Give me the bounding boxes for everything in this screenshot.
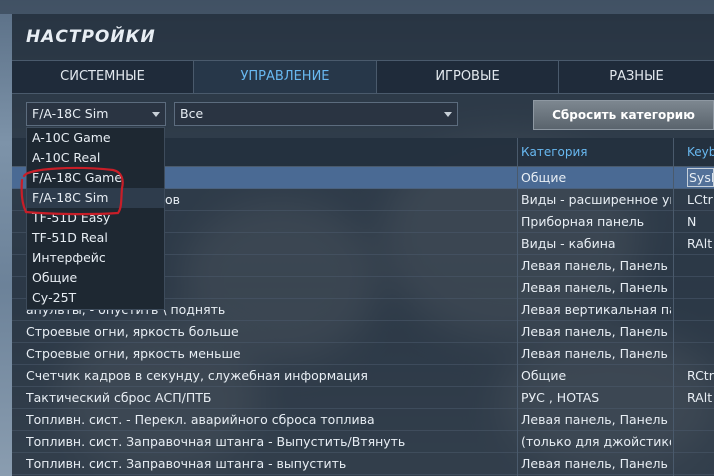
tab-controls[interactable]: УПРАВЛЕНИЕ — [194, 61, 377, 93]
aircraft-option[interactable]: A-10C Real — [27, 148, 164, 168]
category-select[interactable]: Все — [174, 102, 458, 126]
command-category: Левая панель, Панель у — [521, 324, 671, 339]
tab-system[interactable]: СИСТЕМНЫЕ — [12, 61, 194, 93]
table-row[interactable]: Строевые огни, яркость больше Левая панел… — [12, 321, 714, 343]
table-row[interactable]: Топливн. сист. Заправочная штанга - Выпу… — [12, 431, 714, 453]
keyboard-binding[interactable]: RAlt — [687, 387, 714, 408]
command-category: Левая панель, Панель у — [521, 456, 671, 471]
command-category: (только для джойстиков — [521, 434, 671, 449]
aircraft-select[interactable]: F/A-18C Sim — [26, 102, 166, 126]
command-category: Левая панель, Панель у — [521, 280, 671, 295]
reset-category-button[interactable]: Сбросить категорию — [533, 100, 714, 130]
tab-gameplay[interactable]: ИГРОВЫЕ — [377, 61, 559, 93]
command-category: Левая панель, Панель у — [521, 412, 671, 427]
command-name: Топливн. сист. Заправочная штанга - выпу… — [26, 456, 347, 471]
table-row[interactable]: Счетчик кадров в секунду, служебная инфо… — [12, 365, 714, 387]
command-category: РУС , HOTAS — [521, 390, 600, 405]
chevron-down-icon — [152, 112, 160, 117]
top-strip — [0, 0, 714, 14]
aircraft-dropdown-list: A-10C Game A-10C Real F/A-18C Game F/A-18C … — [26, 127, 165, 310]
command-name: Тактический сброс АСП/ПТБ — [26, 390, 212, 405]
command-category: Левая панель, Панель у — [521, 346, 671, 361]
aircraft-option[interactable]: TF-51D Easy — [27, 208, 164, 228]
keyboard-binding[interactable]: RCtr — [687, 365, 714, 386]
command-category: Общие — [521, 368, 567, 383]
aircraft-option[interactable]: F/A-18C Sim — [27, 188, 164, 208]
command-category: Общие — [521, 170, 567, 185]
command-name: Топливн. сист. - Перекл. аварийного сбро… — [26, 412, 375, 427]
command-name: Счетчик кадров в секунду, служебная инфо… — [26, 368, 368, 383]
command-name: Строевые огни, яркость меньше — [26, 346, 241, 361]
command-category: Приборная панель — [521, 214, 645, 229]
aircraft-option[interactable]: F/A-18C Game — [27, 168, 164, 188]
command-name: Топливн. сист. Заправочная штанга - Выпу… — [26, 434, 406, 449]
aircraft-option[interactable]: Су-25Т — [27, 288, 164, 308]
table-row[interactable]: Строевые огни, яркость меньше Левая панел… — [12, 343, 714, 365]
aircraft-option[interactable]: A-10C Game — [27, 128, 164, 148]
command-category: Виды - кабина — [521, 236, 616, 251]
aircraft-option[interactable]: TF-51D Real — [27, 228, 164, 248]
aircraft-option[interactable]: Общие — [27, 268, 164, 288]
keyboard-binding[interactable]: N — [687, 211, 714, 232]
page-title: НАСТРОЙКИ — [26, 27, 156, 47]
command-category: Левая панель, Панель у — [521, 258, 671, 273]
command-category: Левая вертикальная пан — [521, 302, 671, 317]
column-header-category[interactable]: Категория — [521, 138, 588, 166]
table-row[interactable]: Топливн. сист. Заправочная штанга - выпу… — [12, 453, 714, 475]
category-select-value: Все — [180, 106, 204, 121]
command-name: Строевые огни, яркость больше — [26, 324, 239, 339]
column-divider — [673, 138, 674, 476]
chevron-down-icon — [444, 112, 452, 117]
tab-bar: СИСТЕМНЫЕ УПРАВЛЕНИЕ ИГРОВЫЕ РАЗНЫЕ — [12, 60, 714, 94]
keyboard-binding[interactable]: SysR — [687, 168, 714, 187]
column-header-keyboard[interactable]: Keyb — [687, 138, 714, 166]
tab-misc[interactable]: РАЗНЫЕ — [559, 61, 714, 93]
keyboard-binding[interactable]: LCtr — [687, 189, 714, 210]
aircraft-option[interactable]: Интерфейс — [27, 248, 164, 268]
table-row[interactable]: Тактический сброс АСП/ПТБ РУС , HOTAS RAlt — [12, 387, 714, 409]
table-row[interactable]: Топливн. сист. - Перекл. аварийного сбро… — [12, 409, 714, 431]
command-category: Виды - расширенное упр — [521, 192, 671, 207]
column-divider — [517, 138, 518, 476]
aircraft-select-value: F/A-18C Sim — [32, 106, 109, 121]
keyboard-binding[interactable]: RAlt — [687, 233, 714, 254]
